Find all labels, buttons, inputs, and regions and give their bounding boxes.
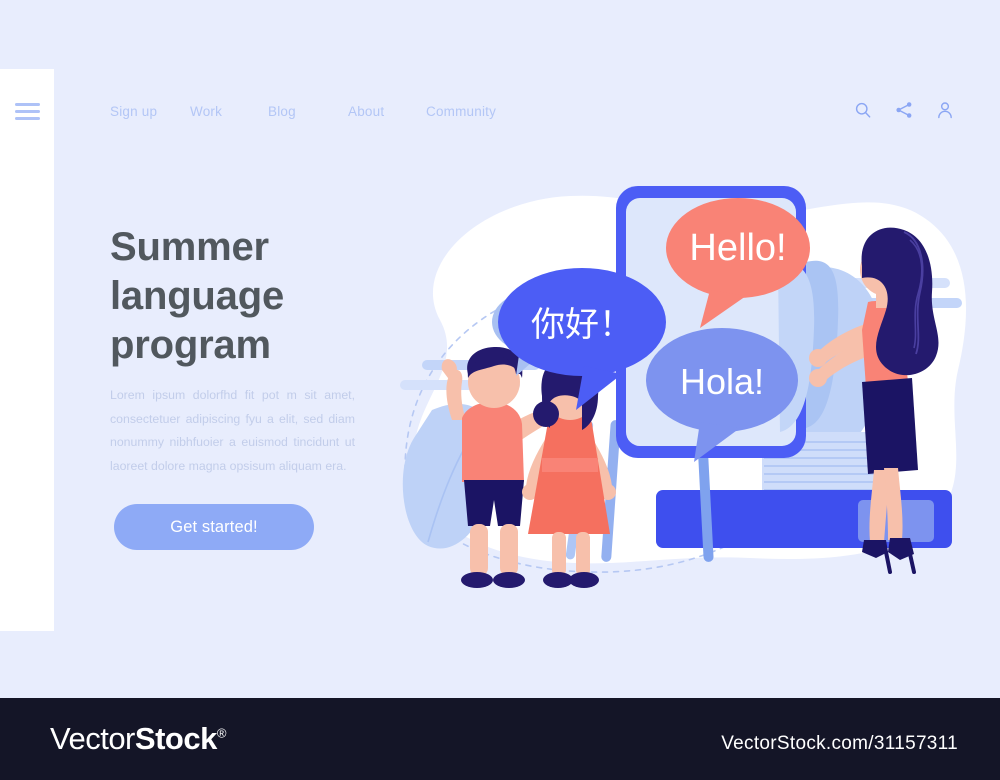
registered-mark: ® <box>216 725 227 741</box>
nav-link-work[interactable]: Work <box>190 104 268 119</box>
nav-icon-group <box>853 100 955 120</box>
page-title: Summer language program <box>110 224 284 367</box>
summer-language-program-illustration: Hello! 你好！ Hola! <box>370 170 990 590</box>
hamburger-bar <box>15 103 40 106</box>
hamburger-icon[interactable] <box>15 103 40 120</box>
main-navigation: Sign up Work Blog About Community <box>110 104 496 119</box>
watermark-url: VectorStock.com/31157311 <box>721 733 958 754</box>
nav-link-about[interactable]: About <box>348 104 426 119</box>
landing-page-canvas: Sign up Work Blog About Community Summer… <box>0 0 1000 698</box>
hamburger-bar <box>15 109 40 113</box>
nav-link-community[interactable]: Community <box>426 104 496 119</box>
nav-link-sign-up[interactable]: Sign up <box>110 104 190 119</box>
logo-text-stock: Stock <box>134 721 217 756</box>
logo-text-vector: Vector <box>50 721 135 756</box>
left-sidebar <box>0 69 54 631</box>
nihao-bubble-text: 你好！ <box>531 305 633 345</box>
nav-link-blog[interactable]: Blog <box>268 104 348 119</box>
share-icon[interactable] <box>894 100 914 120</box>
hello-bubble-text: Hello! <box>689 227 786 269</box>
search-icon[interactable] <box>853 100 873 120</box>
user-account-icon[interactable] <box>935 100 955 120</box>
get-started-button[interactable]: Get started! <box>114 504 314 550</box>
vectorstock-logo: VectorStock® <box>50 721 226 757</box>
hamburger-bar <box>15 116 40 120</box>
hola-bubble-text: Hola! <box>680 361 764 402</box>
hero-description: Lorem ipsum dolorfhd fit pot m sit amet,… <box>110 388 355 473</box>
